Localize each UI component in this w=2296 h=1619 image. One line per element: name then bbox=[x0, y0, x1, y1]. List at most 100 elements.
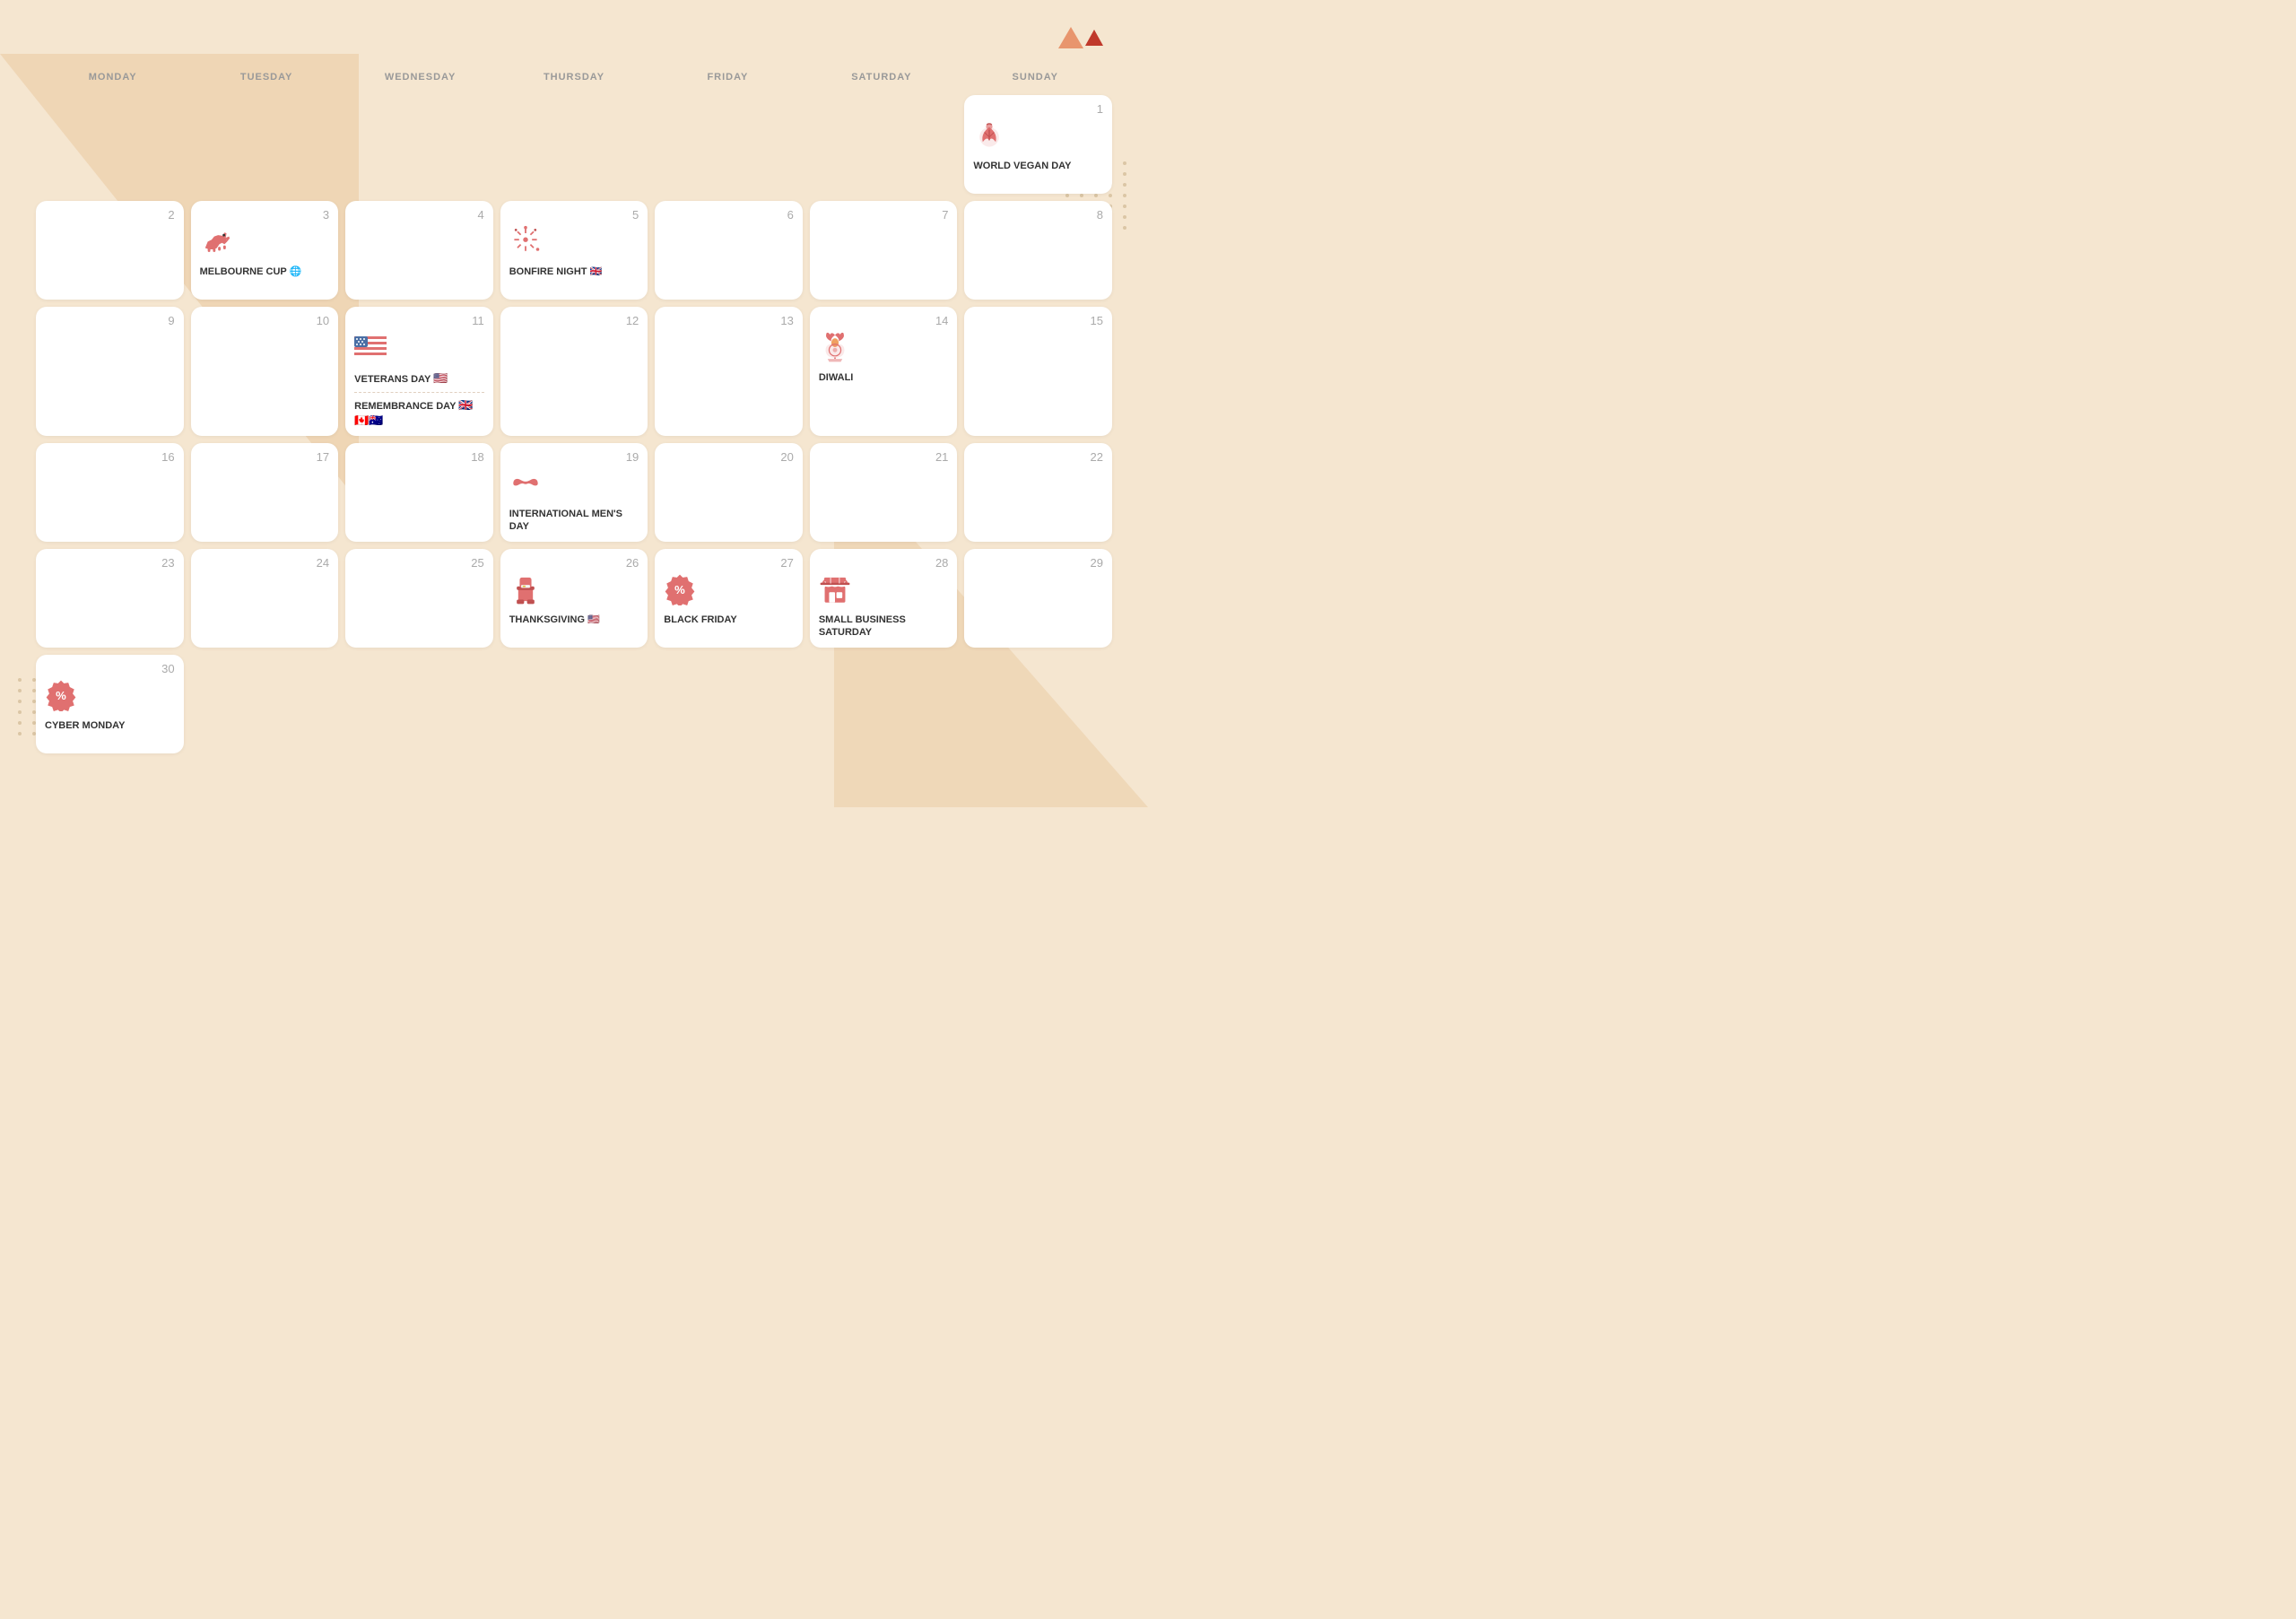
cell-day-number: 19 bbox=[509, 450, 639, 464]
diwali-icon bbox=[819, 331, 949, 368]
cell-day-number: 15 bbox=[973, 314, 1103, 327]
calendar-cell-24: 24 bbox=[191, 549, 339, 648]
day-name-wednesday: WEDNESDAY bbox=[344, 66, 497, 88]
cell-day-number: 28 bbox=[819, 556, 949, 570]
vegan-icon bbox=[973, 119, 1103, 156]
cell-day-number: 4 bbox=[354, 208, 484, 222]
calendar-cell-30: 30 % CYBER MONDAY bbox=[36, 655, 184, 753]
logo-icon bbox=[1058, 27, 1103, 48]
remembrance-day-label: REMEMBRANCE DAY 🇬🇧🇨🇦🇦🇺 bbox=[354, 398, 484, 429]
cell-day-number: 17 bbox=[200, 450, 330, 464]
calendar-cell-15: 15 bbox=[964, 307, 1112, 436]
empty-cell bbox=[191, 95, 339, 194]
calendar-cell-12: 12 bbox=[500, 307, 648, 436]
calendar-cell-5: 5 BONFIRE NIGHT 🇬🇧 bbox=[500, 201, 648, 300]
calendar-cell-6: 6 bbox=[655, 201, 803, 300]
cell-day-number: 7 bbox=[819, 208, 949, 222]
discount-icon: % bbox=[45, 679, 175, 716]
empty-cell bbox=[36, 95, 184, 194]
cell-day-number: 11 bbox=[354, 314, 484, 327]
cell-day-number: 22 bbox=[973, 450, 1103, 464]
fireworks-icon bbox=[509, 225, 639, 262]
calendar-cell-25: 25 bbox=[345, 549, 493, 648]
cell-day-number: 30 bbox=[45, 662, 175, 675]
cell-day-number: 21 bbox=[819, 450, 949, 464]
calendar-cell-3: 3 MELBOURNE CUP 🌐 bbox=[191, 201, 339, 300]
calendar-cell-26: 26 THANKSGIVING 🇺🇸 bbox=[500, 549, 648, 648]
calendar-cell-28: 28 SMALL BUSINESS SATURDAY bbox=[810, 549, 958, 648]
cell-day-number: 27 bbox=[664, 556, 794, 570]
cell-event-label: INTERNATIONAL MEN'S DAY bbox=[509, 508, 639, 534]
cell-day-number: 14 bbox=[819, 314, 949, 327]
cell-day-number: 13 bbox=[664, 314, 794, 327]
empty-cell bbox=[655, 95, 803, 194]
empty-cell bbox=[810, 95, 958, 194]
cell-day-number: 12 bbox=[509, 314, 639, 327]
cell-day-number: 18 bbox=[354, 450, 484, 464]
header bbox=[36, 27, 1112, 48]
day-name-monday: MONDAY bbox=[36, 66, 189, 88]
cell-day-number: 1 bbox=[973, 102, 1103, 116]
calendar-cell-14: 14 DIWALI bbox=[810, 307, 958, 436]
cell-day-number: 5 bbox=[509, 208, 639, 222]
svg-text:%: % bbox=[56, 689, 66, 702]
cell-day-number: 9 bbox=[45, 314, 175, 327]
calendar-cell-16: 16 bbox=[36, 443, 184, 542]
calendar-cell-4: 4 bbox=[345, 201, 493, 300]
cell-event-label: MELBOURNE CUP 🌐 bbox=[200, 265, 330, 278]
calendar-cell-11: 11 VETERANS DAY 🇺🇸 REMEMBRANCE DAY 🇬🇧🇨🇦🇦🇺 bbox=[345, 307, 493, 436]
calendar-cell-17: 17 bbox=[191, 443, 339, 542]
cell-day-number: 8 bbox=[973, 208, 1103, 222]
cell-day-number: 6 bbox=[664, 208, 794, 222]
cell-day-number: 29 bbox=[973, 556, 1103, 570]
cell-event-label: BONFIRE NIGHT 🇬🇧 bbox=[509, 265, 639, 278]
day-name-thursday: THURSDAY bbox=[497, 66, 650, 88]
calendar-cell-8: 8 bbox=[964, 201, 1112, 300]
calendar-cell-29: 29 bbox=[964, 549, 1112, 648]
cell-day-number: 16 bbox=[45, 450, 175, 464]
day-name-saturday: SATURDAY bbox=[804, 66, 958, 88]
calendar-cell-7: 7 bbox=[810, 201, 958, 300]
cell-day-number: 10 bbox=[200, 314, 330, 327]
cell-event-label: DIWALI bbox=[819, 371, 949, 384]
svg-text:%: % bbox=[674, 583, 685, 596]
shop-icon bbox=[819, 573, 949, 610]
calendar-cell-19: 19 INTERNATIONAL MEN'S DAY bbox=[500, 443, 648, 542]
cell-day-number: 25 bbox=[354, 556, 484, 570]
remembrance-section: REMEMBRANCE DAY 🇬🇧🇨🇦🇦🇺 bbox=[354, 392, 484, 429]
cell-day-number: 23 bbox=[45, 556, 175, 570]
day-name-sunday: SUNDAY bbox=[959, 66, 1112, 88]
veterans-day-icon bbox=[354, 331, 484, 368]
calendar: MONDAYTUESDAYWEDNESDAYTHURSDAYFRIDAYSATU… bbox=[36, 66, 1112, 753]
cell-event-label: SMALL BUSINESS SATURDAY bbox=[819, 614, 949, 640]
day-name-tuesday: TUESDAY bbox=[189, 66, 343, 88]
cell-event-label: BLACK FRIDAY bbox=[664, 614, 794, 626]
header-left bbox=[36, 36, 50, 39]
calendar-cell-22: 22 bbox=[964, 443, 1112, 542]
calendar-cell-2: 2 bbox=[36, 201, 184, 300]
calendar-cell-1: 1 WORLD VEGAN DAY bbox=[964, 95, 1112, 194]
calendar-cell-13: 13 bbox=[655, 307, 803, 436]
cell-day-number: 26 bbox=[509, 556, 639, 570]
cell-day-number: 20 bbox=[664, 450, 794, 464]
horse-icon bbox=[200, 225, 330, 262]
empty-cell bbox=[500, 95, 648, 194]
cell-event-label: THANKSGIVING 🇺🇸 bbox=[509, 614, 639, 626]
day-name-friday: FRIDAY bbox=[651, 66, 804, 88]
discount-icon: % bbox=[664, 573, 794, 610]
cell-day-number: 2 bbox=[45, 208, 175, 222]
empty-cell bbox=[345, 95, 493, 194]
calendar-cell-18: 18 bbox=[345, 443, 493, 542]
calendar-cell-21: 21 bbox=[810, 443, 958, 542]
calendar-cell-10: 10 bbox=[191, 307, 339, 436]
mustache-icon bbox=[509, 467, 639, 504]
logo bbox=[1058, 27, 1112, 48]
pilgrim-icon bbox=[509, 573, 639, 610]
calendar-grid: 1 WORLD VEGAN DAY23 MELBOURNE CUP 🌐45 bbox=[36, 95, 1112, 753]
calendar-header: MONDAYTUESDAYWEDNESDAYTHURSDAYFRIDAYSATU… bbox=[36, 66, 1112, 88]
cell-day-number: 24 bbox=[200, 556, 330, 570]
veterans-day-label: VETERANS DAY 🇺🇸 bbox=[354, 371, 484, 387]
calendar-cell-9: 9 bbox=[36, 307, 184, 436]
calendar-cell-27: 27 % BLACK FRIDAY bbox=[655, 549, 803, 648]
calendar-cell-23: 23 bbox=[36, 549, 184, 648]
